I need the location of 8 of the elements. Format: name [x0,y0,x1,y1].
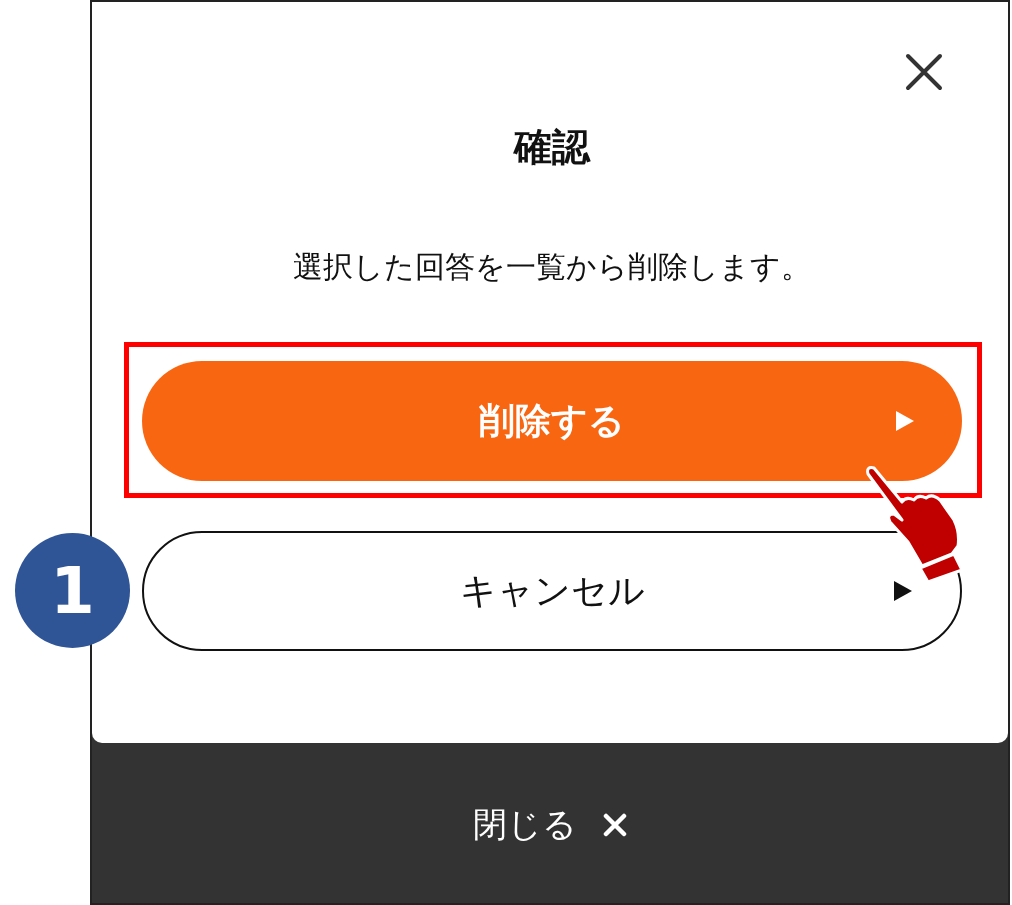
triangle-icon [894,581,912,601]
close-icon[interactable] [904,52,944,92]
dialog-message: 選択した回答を一覧から削除します。 [293,248,811,286]
close-icon[interactable] [603,813,627,837]
cancel-button[interactable]: キャンセル [142,531,962,651]
close-link[interactable]: 閉じる [473,802,577,848]
dialog-title: 確認 [514,124,590,171]
triangle-icon [896,411,914,431]
